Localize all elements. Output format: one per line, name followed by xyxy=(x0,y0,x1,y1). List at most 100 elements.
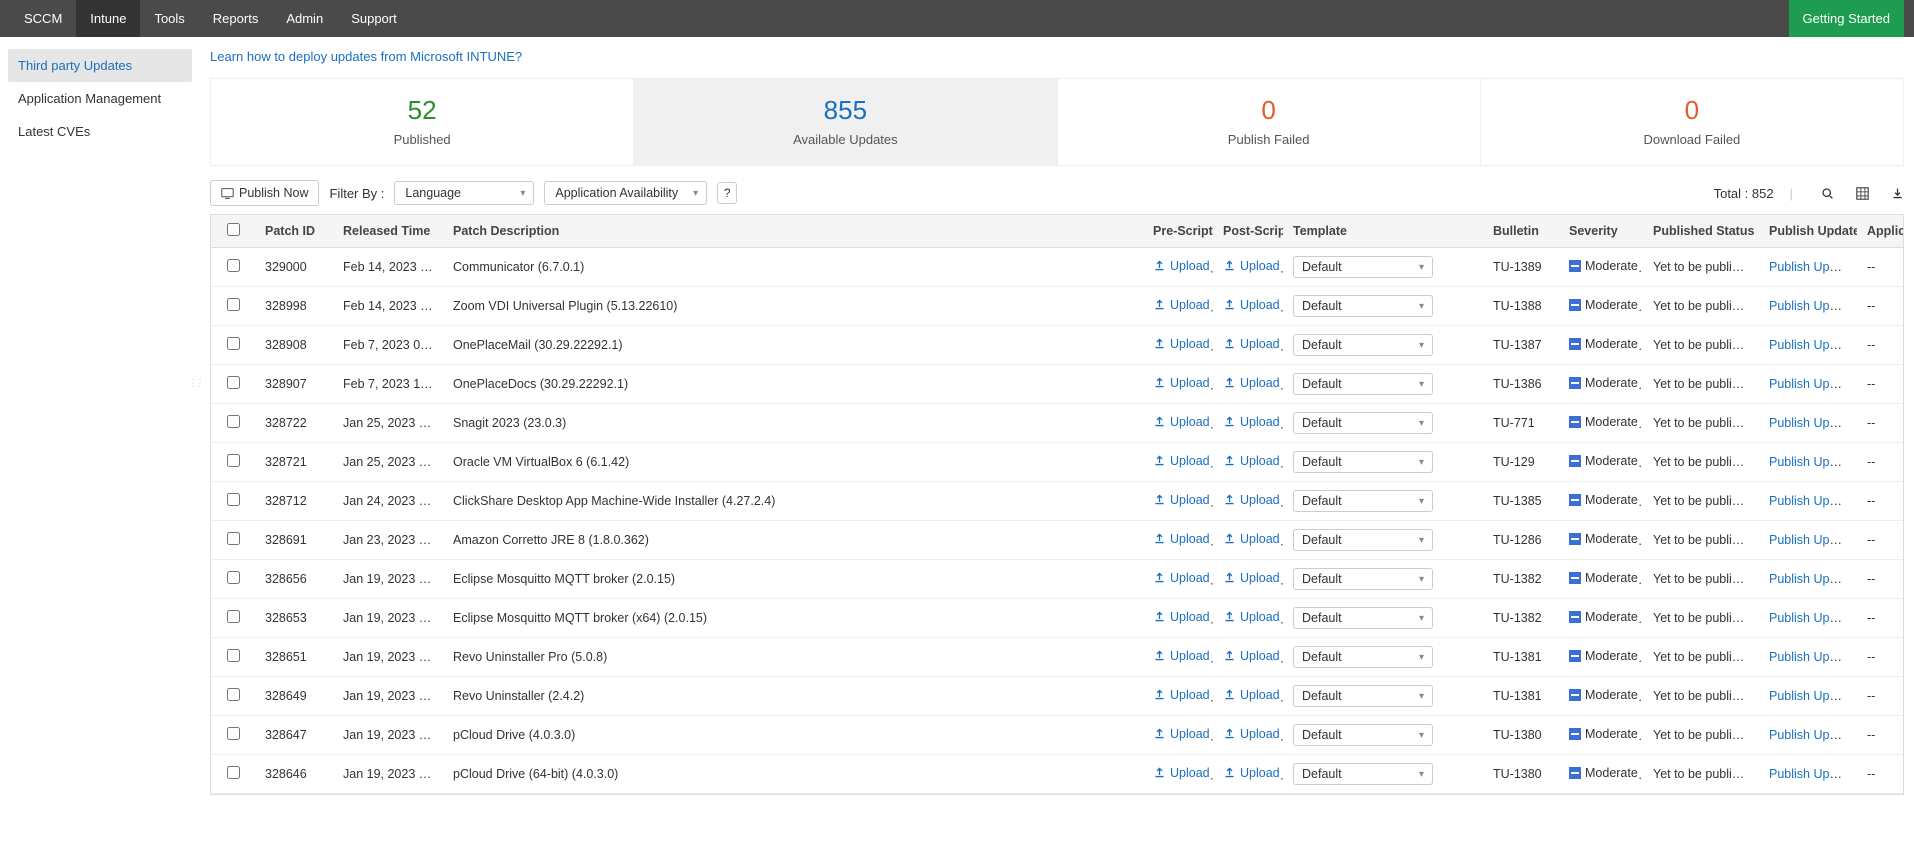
publish-updates-link[interactable]: Publish Updates xyxy=(1769,455,1857,469)
template-select[interactable]: Default▾ xyxy=(1293,685,1433,707)
pre-script-upload[interactable]: Upload xyxy=(1153,454,1210,468)
row-checkbox[interactable] xyxy=(227,688,240,701)
row-checkbox[interactable] xyxy=(227,766,240,779)
template-select[interactable]: Default▾ xyxy=(1293,412,1433,434)
publish-updates-link[interactable]: Publish Updates xyxy=(1769,767,1857,781)
column-header[interactable]: Pre-Script xyxy=(1143,215,1213,248)
template-select[interactable]: Default▾ xyxy=(1293,490,1433,512)
column-header[interactable]: Bulletin xyxy=(1483,215,1559,248)
row-checkbox[interactable] xyxy=(227,493,240,506)
publish-updates-link[interactable]: Publish Updates xyxy=(1769,572,1857,586)
post-script-upload[interactable]: Upload xyxy=(1223,688,1280,702)
post-script-upload[interactable]: Upload xyxy=(1223,337,1280,351)
post-script-upload[interactable]: Upload xyxy=(1223,454,1280,468)
pre-script-upload[interactable]: Upload xyxy=(1153,493,1210,507)
post-script-upload[interactable]: Upload xyxy=(1223,259,1280,273)
filter-language-select[interactable]: Language xyxy=(394,181,534,205)
help-button[interactable]: ? xyxy=(717,182,737,204)
post-script-upload[interactable]: Upload xyxy=(1223,571,1280,585)
pre-script-upload[interactable]: Upload xyxy=(1153,337,1210,351)
search-icon[interactable] xyxy=(1821,187,1834,200)
column-header[interactable] xyxy=(211,215,255,248)
download-icon[interactable] xyxy=(1891,187,1904,200)
stat-card[interactable]: 52Published xyxy=(211,79,633,165)
pre-script-upload[interactable]: Upload xyxy=(1153,259,1210,273)
row-checkbox[interactable] xyxy=(227,337,240,350)
template-select[interactable]: Default▾ xyxy=(1293,646,1433,668)
nav-intune[interactable]: Intune xyxy=(76,0,140,37)
nav-reports[interactable]: Reports xyxy=(199,0,273,37)
nav-support[interactable]: Support xyxy=(337,0,411,37)
publish-updates-link[interactable]: Publish Updates xyxy=(1769,260,1857,274)
column-header[interactable]: Patch Description xyxy=(443,215,1143,248)
row-checkbox[interactable] xyxy=(227,415,240,428)
post-script-upload[interactable]: Upload xyxy=(1223,766,1280,780)
post-script-upload[interactable]: Upload xyxy=(1223,415,1280,429)
template-select[interactable]: Default▾ xyxy=(1293,451,1433,473)
stat-card[interactable]: 0Publish Failed xyxy=(1057,79,1480,165)
publish-updates-link[interactable]: Publish Updates xyxy=(1769,689,1857,703)
filter-availability-select[interactable]: Application Availability xyxy=(544,181,707,205)
pre-script-upload[interactable]: Upload xyxy=(1153,688,1210,702)
post-script-upload[interactable]: Upload xyxy=(1223,532,1280,546)
publish-updates-link[interactable]: Publish Updates xyxy=(1769,494,1857,508)
pre-script-upload[interactable]: Upload xyxy=(1153,571,1210,585)
row-checkbox[interactable] xyxy=(227,571,240,584)
publish-updates-link[interactable]: Publish Updates xyxy=(1769,728,1857,742)
pre-script-upload[interactable]: Upload xyxy=(1153,415,1210,429)
post-script-upload[interactable]: Upload xyxy=(1223,649,1280,663)
publish-updates-link[interactable]: Publish Updates xyxy=(1769,299,1857,313)
template-select[interactable]: Default▾ xyxy=(1293,568,1433,590)
getting-started-button[interactable]: Getting Started xyxy=(1789,0,1904,37)
sidebar-resize-handle[interactable]: ⋮⋮ xyxy=(188,378,202,389)
publish-updates-link[interactable]: Publish Updates xyxy=(1769,533,1857,547)
row-checkbox[interactable] xyxy=(227,649,240,662)
column-header[interactable]: Severity xyxy=(1559,215,1643,248)
post-script-upload[interactable]: Upload xyxy=(1223,493,1280,507)
stat-card[interactable]: 0Download Failed xyxy=(1480,79,1903,165)
column-header[interactable]: Applic xyxy=(1857,215,1903,248)
publish-updates-link[interactable]: Publish Updates xyxy=(1769,338,1857,352)
row-checkbox[interactable] xyxy=(227,259,240,272)
column-header[interactable]: Released Time xyxy=(333,215,443,248)
template-select[interactable]: Default▾ xyxy=(1293,334,1433,356)
row-checkbox[interactable] xyxy=(227,610,240,623)
post-script-upload[interactable]: Upload xyxy=(1223,610,1280,624)
pre-script-upload[interactable]: Upload xyxy=(1153,532,1210,546)
row-checkbox[interactable] xyxy=(227,454,240,467)
column-header[interactable]: Published Status xyxy=(1643,215,1759,248)
nav-admin[interactable]: Admin xyxy=(272,0,337,37)
publish-now-button[interactable]: Publish Now xyxy=(210,180,319,206)
template-select[interactable]: Default▾ xyxy=(1293,529,1433,551)
column-header[interactable]: Patch ID xyxy=(255,215,333,248)
grid-view-icon[interactable] xyxy=(1856,187,1869,200)
sidebar-item[interactable]: Latest CVEs xyxy=(0,115,200,148)
publish-updates-link[interactable]: Publish Updates xyxy=(1769,416,1857,430)
select-all-checkbox[interactable] xyxy=(227,223,240,236)
template-select[interactable]: Default▾ xyxy=(1293,373,1433,395)
pre-script-upload[interactable]: Upload xyxy=(1153,766,1210,780)
pre-script-upload[interactable]: Upload xyxy=(1153,376,1210,390)
column-header[interactable]: Publish Updates xyxy=(1759,215,1857,248)
template-select[interactable]: Default▾ xyxy=(1293,607,1433,629)
pre-script-upload[interactable]: Upload xyxy=(1153,610,1210,624)
post-script-upload[interactable]: Upload xyxy=(1223,298,1280,312)
row-checkbox[interactable] xyxy=(227,727,240,740)
post-script-upload[interactable]: Upload xyxy=(1223,727,1280,741)
template-select[interactable]: Default▾ xyxy=(1293,724,1433,746)
column-header[interactable]: Post-Script xyxy=(1213,215,1283,248)
sidebar-item[interactable]: Application Management xyxy=(0,82,200,115)
sidebar-item[interactable]: Third party Updates xyxy=(8,49,192,82)
publish-updates-link[interactable]: Publish Updates xyxy=(1769,377,1857,391)
pre-script-upload[interactable]: Upload xyxy=(1153,649,1210,663)
nav-tools[interactable]: Tools xyxy=(140,0,198,37)
template-select[interactable]: Default▾ xyxy=(1293,256,1433,278)
publish-updates-link[interactable]: Publish Updates xyxy=(1769,650,1857,664)
learn-link[interactable]: Learn how to deploy updates from Microso… xyxy=(210,37,1904,78)
row-checkbox[interactable] xyxy=(227,532,240,545)
post-script-upload[interactable]: Upload xyxy=(1223,376,1280,390)
pre-script-upload[interactable]: Upload xyxy=(1153,298,1210,312)
row-checkbox[interactable] xyxy=(227,298,240,311)
template-select[interactable]: Default▾ xyxy=(1293,763,1433,785)
template-select[interactable]: Default▾ xyxy=(1293,295,1433,317)
